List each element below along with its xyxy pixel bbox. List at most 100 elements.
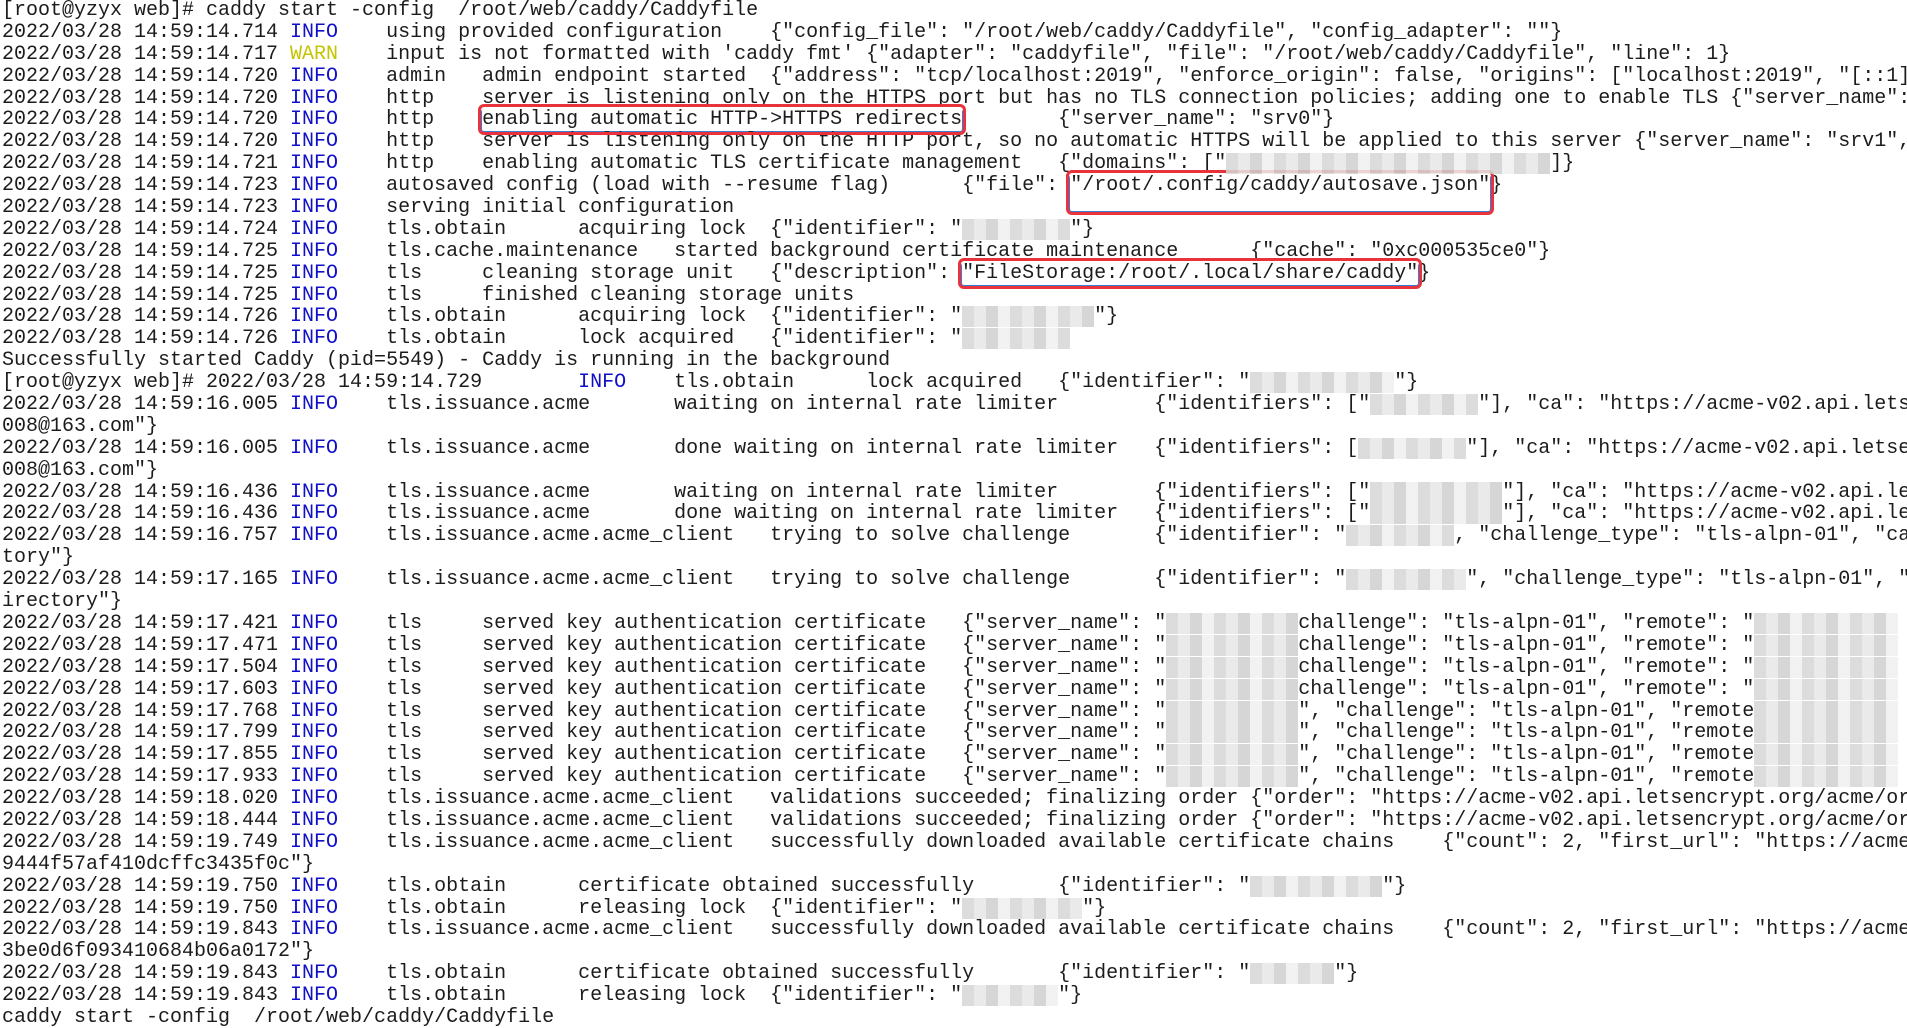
line-text: "} (1058, 984, 1083, 1008)
terminal-line: 2022/03/28 14:59:19.843 INFO tls.obtain … (2, 985, 1907, 1007)
line-text: 2022/03/28 14:59:17.471 (2, 633, 291, 657)
line-text: using provided configuration {"config_fi… (338, 20, 1563, 44)
line-text: ", "challenge_type": "tls-alpn-01", "ca"… (1466, 568, 1907, 592)
line-text: 2022/03/28 14:59:14.723 (2, 174, 291, 198)
log-level: INFO (290, 152, 339, 176)
line-text: } (1490, 174, 1503, 198)
terminal-line: 2022/03/28 14:59:14.726 INFO tls.obtain … (2, 306, 1907, 328)
highlight-box: enabling automatic HTTP->HTTPS redirects (478, 104, 967, 136)
line-text: challenge": "tls-alpn-01", "remote": " (1298, 655, 1755, 679)
line-text: tls served key authentication certificat… (338, 721, 1167, 745)
terminal-line: 2022/03/28 14:59:19.750 INFO tls.obtain … (2, 874, 1907, 898)
log-level: INFO (290, 568, 339, 592)
line-text: "], "ca": "https://acme-v02.api.letsencr… (1502, 480, 1907, 504)
terminal-line: 2022/03/28 14:59:18.020 INFO tls.issuanc… (2, 788, 1907, 810)
line-text: 2022/03/28 14:59:14.726 (2, 327, 291, 351)
terminal-line: 2022/03/28 14:59:16.005 INFO tls.issuanc… (2, 394, 1907, 416)
line-text: tls finished cleaning storage units (338, 283, 855, 307)
log-level: INFO (290, 984, 339, 1008)
terminal-line: 9444f57af410dcffc3435f0c"} (2, 853, 1907, 876)
log-level: INFO (290, 480, 339, 504)
terminal-output[interactable]: [root@yzyx web]# caddy start -config /ro… (2, 0, 1907, 1028)
line-text: 3be0d6f093410684b06a0172"} (2, 940, 315, 964)
line-text: 2022/03/28 14:59:14.717 (2, 42, 291, 66)
redacted-blur (962, 218, 1071, 240)
line-text: 2022/03/28 14:59:14.721 (2, 152, 291, 176)
log-level: INFO (290, 305, 339, 329)
redacted-blur (1166, 722, 1299, 744)
line-text: tls.issuance.acme.acme_client trying to … (338, 524, 1347, 548)
line-text: 2022/03/28 14:59:14.720 (2, 64, 291, 88)
terminal-line: [root@yzyx web]# caddy start -config /ro… (2, 0, 1907, 22)
redacted-blur (1754, 744, 1899, 766)
terminal-line: 2022/03/28 14:59:14.717 WARN input is no… (2, 42, 1907, 66)
redacted-blur (1370, 394, 1479, 416)
line-text: tls.issuance.acme waiting on internal ra… (338, 480, 1371, 504)
log-level: INFO (290, 765, 339, 789)
line-text: http server is listening only on the HTT… (338, 130, 1907, 154)
line-text: tls.issuance.acme.acme_client trying to … (338, 568, 1347, 592)
redacted-blur (1754, 678, 1899, 700)
terminal-line: 2022/03/28 14:59:17.603 INFO tls served … (2, 677, 1907, 701)
line-text: 2022/03/28 14:59:17.421 (2, 611, 291, 635)
line-text: autosaved config (load with --resume fla… (338, 174, 1071, 198)
log-level: INFO (290, 962, 339, 986)
line-text: "], "ca": "https://acme-v02.api.letsencr… (1478, 393, 1907, 417)
line-text: http server is listening only on the HTT… (338, 86, 1907, 110)
redacted-blur (1754, 612, 1899, 634)
line-text: http enabling automatic TLS certificate … (338, 152, 1227, 176)
terminal-line: 2022/03/28 14:59:14.726 INFO tls.obtain … (2, 328, 1907, 350)
log-level: INFO (290, 217, 339, 241)
line-text: tory"} (2, 546, 75, 570)
log-level: INFO (578, 371, 627, 395)
log-level: INFO (290, 86, 339, 110)
log-level: INFO (290, 502, 339, 526)
redacted-blur (1226, 153, 1551, 175)
terminal-line: 3be0d6f093410684b06a0172"} (2, 941, 1907, 963)
log-level: INFO (290, 174, 339, 198)
line-text: tls served key authentication certificat… (338, 743, 1167, 767)
log-level: INFO (290, 393, 339, 417)
line-text: "} (1394, 371, 1419, 395)
line-text: , "challenge_type": "tls-alpn-01", "ca":… (1454, 524, 1907, 548)
log-level: INFO (290, 327, 339, 351)
terminal-line: 2022/03/28 14:59:14.725 INFO tls cleanin… (2, 257, 1907, 289)
terminal-line: 2022/03/28 14:59:17.855 INFO tls served … (2, 744, 1907, 766)
terminal-line: 2022/03/28 14:59:14.720 INFO http server… (2, 131, 1907, 153)
line-text: tls.issuance.acme done waiting on intern… (338, 436, 1359, 460)
line-text: 008@163.com"} (2, 458, 159, 482)
redacted-blur (1754, 766, 1899, 788)
log-level: INFO (290, 743, 339, 767)
log-level: INFO (290, 721, 339, 745)
redacted-blur (1754, 656, 1899, 678)
line-text: 2022/03/28 14:59:19.750 (2, 874, 291, 898)
redacted-blur (1370, 503, 1503, 525)
line-text: 2022/03/28 14:59:14.726 (2, 305, 291, 329)
redacted-blur (1250, 875, 1383, 897)
line-text: 2022/03/28 14:59:14.724 (2, 217, 291, 241)
line-text: ", "challenge": "tls-alpn-01", "remote (1298, 765, 1755, 789)
line-text: "} (1082, 896, 1107, 920)
redacted-blur (1166, 744, 1299, 766)
line-text: 2022/03/28 14:59:14.725 (2, 239, 291, 263)
line-text: ", "challenge": "tls-alpn-01", "remote (1298, 699, 1755, 723)
line-text: } (1418, 261, 1431, 285)
terminal-line: [root@yzyx web]# 2022/03/28 14:59:14.729… (2, 372, 1907, 394)
terminal-line: 2022/03/28 14:59:14.720 INFO http enabli… (2, 104, 1907, 136)
log-level: INFO (290, 196, 339, 220)
line-text: tls.obtain releasing lock {"identifier":… (338, 984, 963, 1008)
terminal-line: 2022/03/28 14:59:19.843 INFO tls.obtain … (2, 963, 1907, 985)
terminal-line: 2022/03/28 14:59:16.436 INFO tls.issuanc… (2, 503, 1907, 525)
log-level: INFO (290, 64, 339, 88)
line-text: tls served key authentication certificat… (338, 677, 1167, 701)
line-text: tls.issuance.acme waiting on internal ra… (338, 393, 1371, 417)
redacted-blur (962, 897, 1083, 919)
line-text: 2022/03/28 14:59:17.768 (2, 699, 291, 723)
log-level: WARN (290, 42, 339, 66)
log-level: INFO (290, 283, 339, 307)
line-text: 2022/03/28 14:59:16.436 (2, 480, 291, 504)
line-text: 2022/03/28 14:59:16.005 (2, 436, 291, 460)
line-text: 2022/03/28 14:59:19.843 (2, 918, 291, 942)
line-text: "} (1382, 874, 1407, 898)
redacted-blur (1166, 612, 1299, 634)
